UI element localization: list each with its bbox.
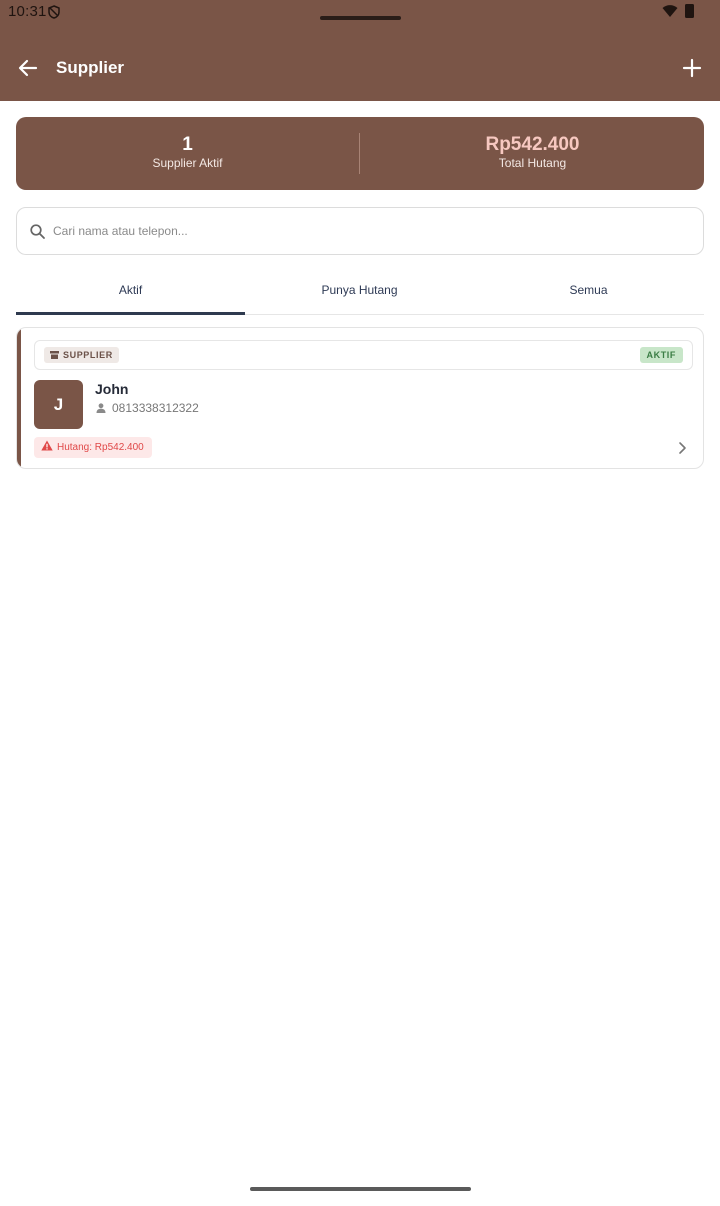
tab-indicator: [16, 312, 245, 315]
search-box[interactable]: [16, 207, 704, 255]
total-debt-summary: Rp542.400 Total Hutang: [361, 117, 704, 190]
supplier-phone: 0813338312322: [112, 401, 199, 415]
active-supplier-count: 1: [182, 134, 193, 155]
app-bar: 10:31 Supplier: [0, 0, 720, 101]
status-time: 10:31: [8, 3, 47, 20]
search-input[interactable]: [53, 209, 683, 253]
battery-icon: [685, 4, 694, 18]
home-indicator[interactable]: [250, 1187, 471, 1191]
active-supplier-label: Supplier Aktif: [152, 156, 223, 170]
warning-icon: [41, 440, 53, 451]
summary-divider: [359, 133, 360, 174]
search-icon: [30, 224, 45, 239]
store-icon: [50, 351, 59, 359]
status-badge: AKTIF: [639, 347, 683, 363]
filter-tabs: Aktif Punya Hutang Semua: [16, 270, 704, 315]
add-icon[interactable]: [680, 56, 704, 80]
supplier-type-label: SUPPLIER: [63, 350, 113, 360]
page-title: Supplier: [56, 58, 125, 77]
chevron-right-icon[interactable]: [676, 441, 688, 455]
supplier-card[interactable]: SUPPLIER AKTIF J John 0813338312322 Huta…: [16, 327, 704, 469]
total-debt-label: Total Hutang: [498, 156, 567, 170]
supplier-type-badge: SUPPLIER: [44, 347, 119, 363]
status-bar: 10:31: [0, 0, 720, 26]
total-debt-value: Rp542.400: [485, 134, 580, 155]
supplier-name: John: [95, 381, 129, 397]
debt-label: Hutang: Rp542.400: [57, 442, 144, 453]
summary-card: 1 Supplier Aktif Rp542.400 Total Hutang: [16, 117, 704, 190]
back-arrow-icon[interactable]: [16, 56, 40, 80]
card-accent-bar: [17, 328, 21, 468]
shield-icon: [48, 5, 60, 19]
card-badge-row: SUPPLIER AKTIF: [34, 340, 693, 370]
debt-badge: Hutang: Rp542.400: [34, 437, 152, 458]
camera-notch: [320, 16, 401, 20]
tab-semua[interactable]: Semua: [474, 270, 703, 315]
wifi-icon: [662, 5, 678, 18]
active-supplier-summary: 1 Supplier Aktif: [16, 117, 359, 190]
person-icon: [96, 403, 106, 413]
tab-punya-hutang[interactable]: Punya Hutang: [245, 270, 474, 315]
tab-aktif[interactable]: Aktif: [16, 270, 245, 315]
avatar: J: [34, 380, 83, 429]
